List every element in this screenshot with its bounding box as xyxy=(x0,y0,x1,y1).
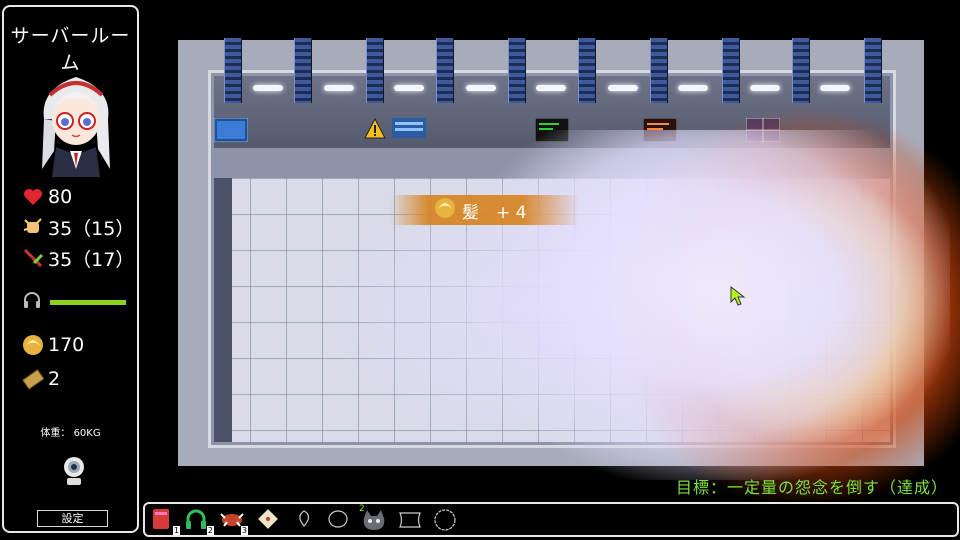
green-headphones-icon xyxy=(186,509,206,529)
hair-icon xyxy=(434,197,456,223)
cable-pipe xyxy=(650,38,668,103)
ticket-value: 2 xyxy=(48,368,61,390)
empty-slot-outline-4 xyxy=(434,509,456,531)
settings-button[interactable]: 設定 xyxy=(37,510,108,527)
hotbar-slot[interactable]: 2 xyxy=(359,504,387,532)
light-flash-effect xyxy=(470,130,950,480)
item-hotbar: 1 2 3 2 xyxy=(143,502,959,537)
cable-pipe xyxy=(722,38,740,103)
cable-pipe xyxy=(436,38,454,103)
ceiling-lamp xyxy=(820,85,850,91)
hair-value: 170 xyxy=(48,334,85,356)
control-panel-icon xyxy=(392,118,426,138)
warning-sign-icon xyxy=(364,118,386,139)
weight-label: 体重： 60KG xyxy=(40,428,101,439)
bgm-volume-bar[interactable] xyxy=(50,299,126,305)
broken-sword-icon xyxy=(22,247,44,269)
status-panel: サーバールーム 80 35（15） 35（17） 170 2 体重： 60KG … xyxy=(2,5,139,533)
red-book-icon xyxy=(153,509,169,529)
floor-shadow xyxy=(214,178,232,442)
ceiling-lamp xyxy=(324,85,354,91)
letter-scroll-icon xyxy=(258,509,278,529)
heart-icon xyxy=(22,186,44,208)
cable-pipe xyxy=(864,38,882,103)
empty-slot-outline-2 xyxy=(328,510,348,528)
bgm-volume-fill xyxy=(50,299,126,305)
gray-cat-icon xyxy=(363,510,385,530)
attack-stat: 35（15） xyxy=(22,215,135,240)
defense-value: 35（17） xyxy=(48,248,135,271)
slot-count: 1 xyxy=(172,526,180,535)
ticket-stat: 2 xyxy=(22,367,60,391)
cable-pipe xyxy=(224,38,242,103)
goal-text: 目標：一定量の怨念を倒す（達成） xyxy=(675,478,948,497)
ceiling-lamp xyxy=(394,85,424,91)
ceiling-lamp xyxy=(253,85,283,91)
blue-monitor-icon xyxy=(214,118,248,142)
hair-gain-text: 髪 + 4 xyxy=(462,202,527,223)
cable-pipe xyxy=(792,38,810,103)
headphones-icon xyxy=(22,291,42,313)
attack-value: 35（15） xyxy=(48,217,135,240)
fist-icon xyxy=(22,216,44,238)
hair-gain-popup: 髪 + 4 xyxy=(390,195,580,225)
hair-stat: 170 xyxy=(22,333,84,357)
ceiling-lamp xyxy=(678,85,708,91)
ceiling-lamp xyxy=(466,85,496,91)
cursor-arrow-icon xyxy=(730,286,746,306)
hp-stat: 80 xyxy=(22,185,72,209)
hotbar-slot[interactable] xyxy=(257,508,283,532)
cable-pipe xyxy=(366,38,384,103)
character-portrait xyxy=(42,77,110,177)
hotbar-slot[interactable] xyxy=(397,508,423,532)
cable-pipe xyxy=(294,38,312,103)
hotbar-slot[interactable]: 3 xyxy=(219,508,248,535)
empty-slot-outline-1 xyxy=(299,510,310,527)
hotbar-slot[interactable] xyxy=(293,508,319,532)
hp-value: 80 xyxy=(48,186,73,208)
hotbar-slot[interactable]: 1 xyxy=(151,508,180,535)
empty-slot-outline-3 xyxy=(399,512,421,528)
slot-count: 2 xyxy=(206,526,214,535)
ceiling-lamp xyxy=(750,85,780,91)
slot-count: 3 xyxy=(240,526,248,535)
location-title: サーバールーム xyxy=(10,25,131,74)
defense-stat: 35（17） xyxy=(22,246,135,271)
ticket-icon xyxy=(22,368,44,390)
hair-icon xyxy=(22,334,44,356)
ceiling-lamp xyxy=(608,85,638,91)
bgm-volume[interactable] xyxy=(22,291,132,313)
ceiling-lamp xyxy=(536,85,566,91)
hotbar-slot[interactable]: 2 xyxy=(185,508,214,535)
cable-pipe xyxy=(578,38,596,103)
hotbar-slot[interactable] xyxy=(433,508,459,532)
hotbar-slot[interactable] xyxy=(327,508,353,532)
cable-pipe xyxy=(508,38,526,103)
camera-icon[interactable] xyxy=(63,456,85,488)
slot-count: 2 xyxy=(359,504,365,514)
